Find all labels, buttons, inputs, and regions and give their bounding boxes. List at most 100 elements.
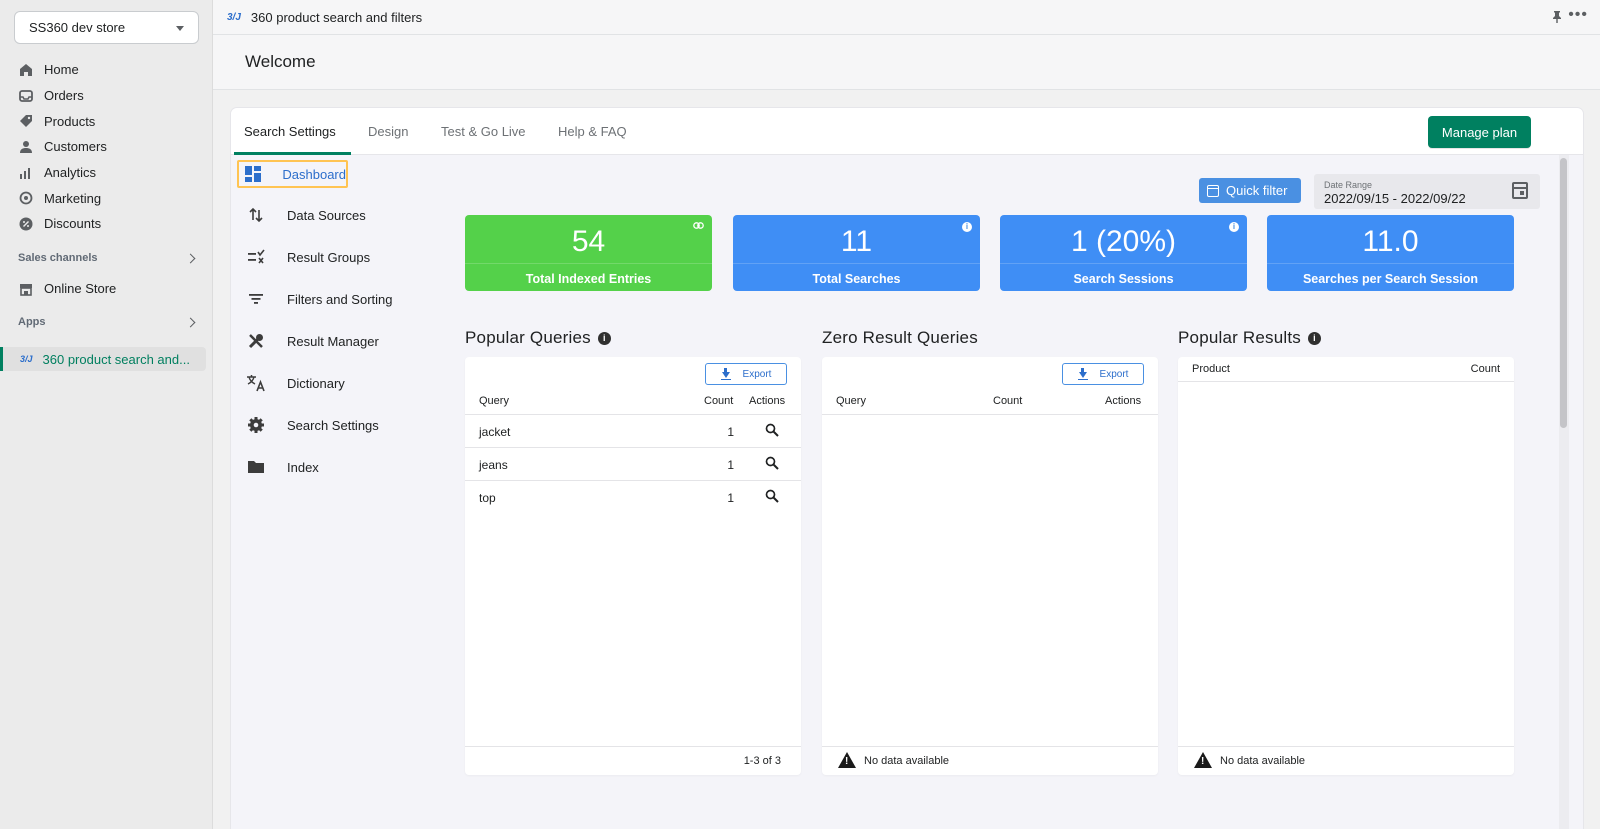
app-nav-result-manager[interactable]: Result Manager: [241, 327, 441, 355]
column-header-query[interactable]: Query: [479, 395, 509, 407]
empty-state-text: No data available: [1220, 755, 1306, 767]
tag-icon: [18, 113, 34, 129]
column-header-count[interactable]: Count: [704, 395, 733, 407]
app-nav-data-sources[interactable]: Data Sources: [241, 201, 441, 229]
search-icon[interactable]: [765, 489, 779, 503]
nav-item-marketing[interactable]: Marketing: [0, 185, 213, 211]
popular-queries-title: Popular Queries i: [465, 328, 611, 348]
info-icon[interactable]: i: [1308, 331, 1322, 345]
sales-channels-header[interactable]: Sales channels: [18, 252, 198, 264]
nav-label: Discounts: [44, 216, 102, 232]
app-nav-label: Search Settings: [287, 417, 379, 433]
apps-header[interactable]: Apps: [18, 316, 198, 328]
translate-icon: [245, 373, 267, 393]
chevron-right-icon: [185, 253, 196, 263]
nav-item-online-store[interactable]: Online Store: [0, 276, 213, 302]
date-range-field[interactable]: Date Range 2022/09/15 - 2022/09/22: [1314, 174, 1540, 209]
nav-label: Customers: [44, 139, 107, 155]
table-row: top 1: [465, 481, 801, 514]
app-nav-result-groups[interactable]: Result Groups: [241, 243, 441, 271]
chevron-right-icon: [185, 317, 196, 327]
panel-title-text: Zero Result Queries: [822, 328, 978, 347]
query-cell: jacket: [479, 425, 511, 439]
header-divider: [822, 414, 1158, 415]
app-nav-label: Data Sources: [287, 207, 366, 223]
calendar-icon: [1207, 184, 1219, 197]
app-nav-label: Result Manager: [287, 333, 379, 349]
column-header-count[interactable]: Count: [993, 395, 1022, 407]
info-icon[interactable]: i: [1229, 222, 1239, 232]
column-header-actions: Actions: [1105, 395, 1142, 407]
tools-icon: [245, 331, 267, 351]
column-header-count[interactable]: Count: [1471, 363, 1500, 375]
marketing-icon: [18, 190, 34, 206]
discount-icon: [18, 216, 34, 232]
popular-queries-panel: Export Query Count Actions jacket 1 jean…: [465, 357, 801, 775]
app-nav-label: Filters and Sorting: [287, 291, 393, 307]
count-cell: 1: [727, 491, 734, 505]
nav-item-360-app[interactable]: 3/J 360 product search and...: [0, 347, 206, 371]
empty-state-text: No data available: [864, 755, 950, 767]
link-icon[interactable]: [693, 221, 704, 232]
tab-design[interactable]: Design: [368, 124, 408, 139]
nav-item-customers[interactable]: Customers: [0, 134, 213, 160]
column-header-query[interactable]: Query: [836, 395, 866, 407]
more-options-icon[interactable]: •••: [1568, 6, 1588, 24]
store-icon: [18, 281, 34, 297]
search-icon[interactable]: [765, 456, 779, 470]
pagination-text: 1-3 of 3: [743, 755, 781, 767]
stat-label: Searches per Search Session: [1302, 272, 1479, 286]
active-tab-indicator: [234, 152, 351, 155]
column-header-product[interactable]: Product: [1192, 363, 1230, 375]
nav-label: Home: [44, 62, 79, 78]
info-icon[interactable]: i: [962, 222, 972, 232]
app-title: 360 product search and filters: [250, 9, 423, 25]
footer-divider: [1178, 746, 1514, 747]
tab-help-faq[interactable]: Help & FAQ: [558, 124, 627, 139]
stat-search-sessions: 1 (20%) i Search Sessions: [1000, 215, 1247, 291]
zero-result-queries-title: Zero Result Queries: [822, 328, 978, 348]
nav-item-discounts[interactable]: Discounts: [0, 211, 213, 237]
export-button[interactable]: Export: [705, 363, 787, 385]
stat-total-searches: 11 i Total Searches: [733, 215, 980, 291]
search-icon[interactable]: [765, 423, 779, 437]
scrollbar-thumb[interactable]: [1560, 158, 1567, 428]
query-cell: jeans: [479, 458, 508, 472]
result-groups-icon: [245, 247, 267, 267]
table-row: jacket 1: [465, 415, 801, 448]
app-nav-dashboard[interactable]: Dashboard: [237, 160, 348, 188]
stat-divider: [465, 263, 712, 264]
store-name: SS360 dev store: [29, 20, 126, 35]
gear-icon: [245, 415, 267, 435]
stat-value: 54: [571, 225, 606, 258]
query-cell: top: [479, 491, 496, 505]
active-indicator: [0, 347, 3, 371]
export-button[interactable]: Export: [1062, 363, 1144, 385]
panel-title-text: Popular Queries: [465, 328, 591, 347]
app-nav-dictionary[interactable]: Dictionary: [241, 369, 441, 397]
app-nav-index[interactable]: Index: [241, 453, 441, 481]
app-nav-search-settings[interactable]: Search Settings: [241, 411, 441, 439]
tab-test-go-live[interactable]: Test & Go Live: [441, 124, 526, 139]
pin-icon[interactable]: [1552, 10, 1562, 26]
info-icon[interactable]: i: [597, 331, 611, 345]
app-logo-icon: 3/J: [20, 354, 33, 364]
nav-item-orders[interactable]: Orders: [0, 83, 213, 109]
nav-item-analytics[interactable]: Analytics: [0, 160, 213, 186]
nav-item-home[interactable]: Home: [0, 57, 213, 83]
tab-search-settings[interactable]: Search Settings: [244, 124, 336, 139]
store-selector[interactable]: SS360 dev store: [14, 11, 199, 44]
analytics-icon: [18, 165, 34, 181]
filter-icon: [245, 289, 267, 309]
admin-nav: Home Orders Products Customers Analytics: [0, 57, 213, 237]
stat-divider: [733, 263, 980, 264]
data-sources-icon: [245, 205, 267, 225]
footer-divider: [822, 746, 1158, 747]
nav-item-products[interactable]: Products: [0, 108, 213, 134]
quick-filter-button[interactable]: Quick filter: [1199, 178, 1301, 203]
zero-result-queries-panel: Export Query Count Actions No data avail…: [822, 357, 1158, 775]
manage-plan-button[interactable]: Manage plan: [1428, 116, 1531, 148]
popular-results-title: Popular Results i: [1178, 328, 1322, 348]
app-nav-filters-sorting[interactable]: Filters and Sorting: [241, 285, 441, 313]
calendar-icon[interactable]: [1512, 182, 1528, 199]
